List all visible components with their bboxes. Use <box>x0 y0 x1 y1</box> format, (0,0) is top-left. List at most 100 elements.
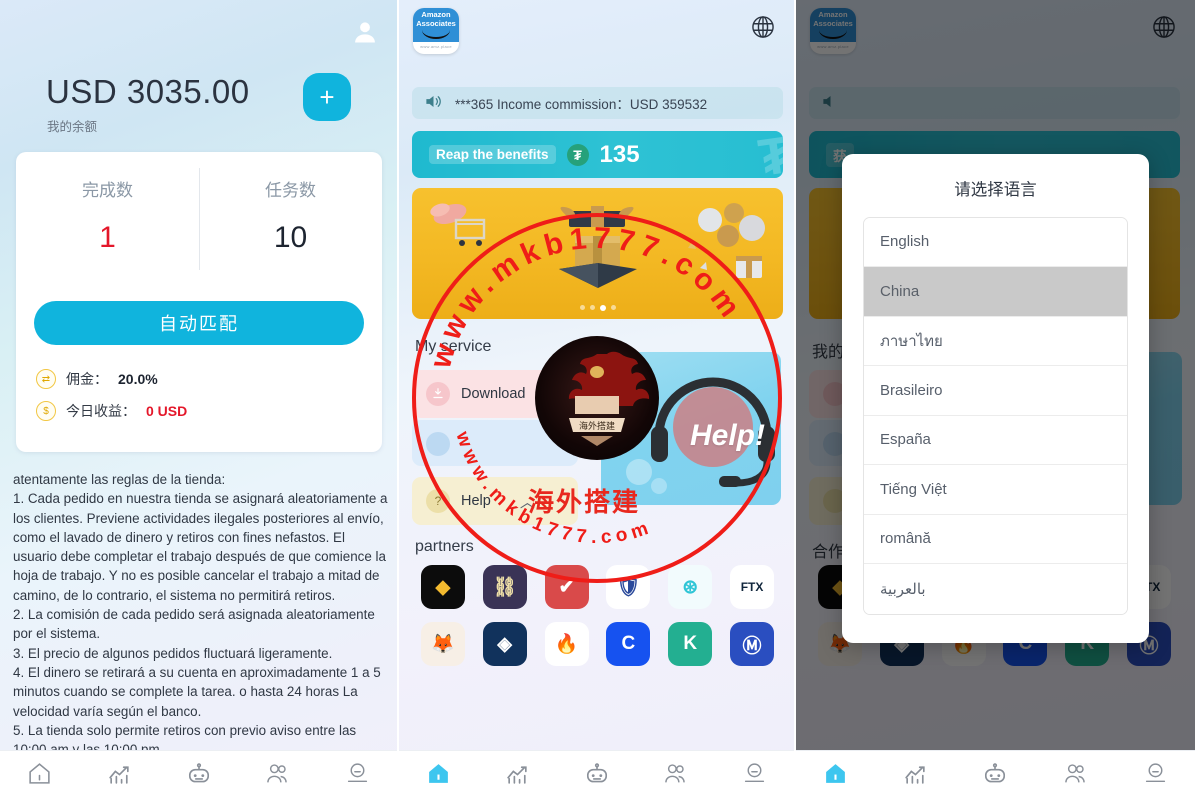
amazon-logo-top: Amazon Associates <box>413 8 459 42</box>
bottom-navbar-1 <box>0 750 397 796</box>
usdt-token-icon: ₮ <box>566 143 589 166</box>
huobi-icon[interactable]: 🔥 <box>544 622 589 666</box>
ftx-icon[interactable]: FTX <box>730 565 775 609</box>
nav-team[interactable] <box>636 761 715 786</box>
nav-profile[interactable] <box>715 761 794 786</box>
nav-robot[interactable] <box>557 761 636 787</box>
service-label-help: Help <box>461 493 491 509</box>
language-modal-overlay: 请选择语言 English China ภาษาไทย Brasileiro E… <box>796 0 1195 796</box>
income-notice-bar[interactable]: ***365 Income commission：USD 359532 <box>412 87 783 119</box>
nav-records[interactable] <box>79 761 158 786</box>
language-option-vietnamese[interactable]: Tiếng Việt <box>864 465 1127 515</box>
nav-home[interactable] <box>796 761 876 786</box>
carousel-dots[interactable] <box>579 305 616 311</box>
carousel-dot[interactable] <box>610 305 616 310</box>
download-icon <box>426 382 450 406</box>
bottom-navbar-3 <box>796 750 1195 796</box>
nav-team[interactable] <box>1035 761 1115 786</box>
partners-title: partners <box>415 538 474 555</box>
nav-home[interactable] <box>0 761 79 786</box>
binance-icon[interactable]: ◆ <box>420 565 465 609</box>
nav-home[interactable] <box>399 761 478 786</box>
balance-amount: USD 3035.00 <box>46 73 250 110</box>
carousel-dot[interactable] <box>589 305 595 310</box>
commission-value: 20.0% <box>118 371 158 387</box>
chainlink-icon[interactable]: ⛓ <box>482 565 527 609</box>
exchange-coin-icon: ⇄ <box>36 369 56 389</box>
phone-panel-home-en: Amazon Associates www.amz.place ***365 I… <box>397 0 794 796</box>
kucoin-icon[interactable]: K <box>668 622 713 666</box>
today-income-value: 0 USD <box>146 403 188 419</box>
globe-language-icon[interactable] <box>750 14 776 40</box>
language-option-list: English China ภาษาไทย Brasileiro España … <box>863 216 1128 615</box>
nav-robot[interactable] <box>159 761 238 787</box>
language-modal-title: 请选择语言 <box>954 180 1037 199</box>
hand-cart-illustration <box>430 203 486 246</box>
income-notice-text: ***365 Income commission：USD 359532 <box>455 97 708 112</box>
coinbase-icon[interactable]: C <box>606 622 651 666</box>
promo-banner-carousel[interactable] <box>412 188 783 319</box>
phone-panel-language-modal: Amazon Associates www.amz.place 获 我的服务 合… <box>794 0 1195 796</box>
help-icon: ? <box>426 489 450 513</box>
my-service-title: My service <box>415 338 492 355</box>
sushiswap-icon[interactable]: ⊛ <box>668 565 713 609</box>
service-label-download: Download <box>461 386 526 402</box>
info-icon <box>426 432 450 456</box>
nav-profile[interactable] <box>1115 761 1195 786</box>
carousel-dot-active[interactable] <box>599 305 606 311</box>
stat-completed-label: 完成数 <box>82 181 133 200</box>
language-option-thai[interactable]: ภาษาไทย <box>864 316 1127 366</box>
amazon-logo-sub: www.amz.place <box>420 44 452 49</box>
reap-benefits-tag: Reap the benefits <box>429 145 556 164</box>
balloons-gifts-illustration <box>688 203 765 278</box>
add-funds-button[interactable]: + <box>303 73 351 121</box>
language-option-china[interactable]: China <box>864 267 1127 317</box>
commission-row: ⇄ 佣金： 20.0% <box>36 369 382 389</box>
language-option-brasileiro[interactable]: Brasileiro <box>864 366 1127 416</box>
stat-completed-value: 1 <box>99 221 116 254</box>
store-rules-text: atentamente las reglas de la tienda: 1. … <box>13 472 388 776</box>
vechain-icon[interactable]: ✔ <box>544 565 589 609</box>
nav-profile[interactable] <box>318 761 397 786</box>
stat-completed: 完成数 1 <box>16 176 199 255</box>
crypto-com-icon[interactable]: ◈ <box>482 622 527 666</box>
help-card-label: Help! <box>690 419 765 452</box>
speaker-icon <box>424 92 443 114</box>
language-option-romana[interactable]: română <box>864 514 1127 564</box>
bottom-navbar-2 <box>399 750 794 796</box>
nav-records[interactable] <box>478 761 557 786</box>
screenshot-root: USD 3035.00 我的余额 + 完成数 1 任务数 10 自动匹配 ⇄ 佣… <box>0 0 1195 796</box>
today-income-row: $ 今日收益： 0 USD <box>36 401 382 421</box>
balance-label: 我的余额 <box>47 120 98 134</box>
metamask-icon[interactable]: 🦊 <box>420 622 465 666</box>
money-coin-icon: $ <box>36 401 56 421</box>
amazon-smile-icon <box>422 30 450 39</box>
user-avatar-icon[interactable] <box>351 18 379 46</box>
stat-total-label: 任务数 <box>265 181 316 200</box>
coinmarketcap-icon[interactable]: Ⓜ <box>730 622 775 666</box>
watermark-cn-text: 海外搭建 <box>528 488 641 518</box>
language-option-english[interactable]: English <box>864 217 1127 267</box>
svg-text:海外搭建: 海外搭建 <box>578 420 614 432</box>
language-option-espana[interactable]: España <box>864 415 1127 465</box>
today-income-label: 今日收益： <box>66 403 136 419</box>
nav-records[interactable] <box>876 761 956 786</box>
amazon-logo-line2: Associates <box>416 18 456 28</box>
trust-wallet-icon[interactable]: 🛡 <box>606 565 651 609</box>
reap-amount: 135 <box>599 140 640 168</box>
stats-row: 完成数 1 任务数 10 <box>16 152 382 270</box>
carousel-dot[interactable] <box>579 305 585 310</box>
stat-total-value: 10 <box>273 221 308 254</box>
gift-box-illustration <box>558 206 637 288</box>
language-modal: 请选择语言 English China ภาษาไทย Brasileiro E… <box>842 153 1149 643</box>
language-option-arabic[interactable]: بالعربية <box>864 564 1127 614</box>
phone-panel-home-es: USD 3035.00 我的余额 + 完成数 1 任务数 10 自动匹配 ⇄ 佣… <box>0 0 397 796</box>
auto-match-button[interactable]: 自动匹配 <box>34 301 364 345</box>
nav-robot[interactable] <box>956 761 1036 787</box>
info-rows: ⇄ 佣金： 20.0% $ 今日收益： 0 USD <box>36 369 382 421</box>
reap-benefits-banner[interactable]: ₮ Reap the benefits ₮ 135 <box>412 131 783 178</box>
commission-label: 佣金： <box>66 371 108 387</box>
task-summary-card: 完成数 1 任务数 10 自动匹配 ⇄ 佣金： 20.0% $ 今日收益： 0 … <box>16 152 382 452</box>
nav-team[interactable] <box>238 761 317 786</box>
stat-total: 任务数 10 <box>199 168 382 270</box>
